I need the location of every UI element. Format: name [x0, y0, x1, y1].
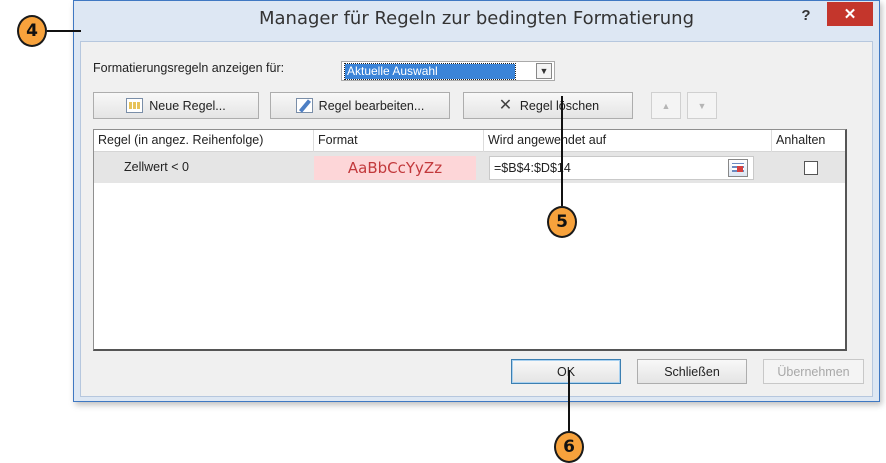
close-button[interactable]: ✕ — [827, 2, 873, 26]
callout-4: 4 — [17, 15, 47, 47]
move-down-button[interactable]: ▼ — [687, 92, 717, 119]
callout-4-leader — [47, 30, 81, 32]
show-rules-select[interactable]: Aktuelle Auswahl ▼ — [341, 61, 555, 81]
stop-if-true-checkbox[interactable] — [804, 161, 818, 175]
chevron-down-icon[interactable]: ▼ — [536, 63, 552, 79]
callout-6: 6 — [554, 431, 584, 463]
applies-to-value: =$B$4:$D$14 — [494, 161, 571, 175]
edit-rule-icon — [295, 98, 313, 113]
dialog-title: Manager für Regeln zur bedingten Formati… — [258, 8, 695, 29]
delete-rule-label: Regel löschen — [519, 98, 600, 113]
format-preview: AaBbCcYyZz — [314, 156, 476, 180]
close-icon: ✕ — [843, 6, 857, 23]
column-header-applies-to[interactable]: Wird angewendet auf — [484, 130, 772, 152]
dialog-body: Formatierungsregeln anzeigen für: Aktuel… — [80, 41, 873, 397]
titlebar: Manager für Regeln zur bedingten Formati… — [74, 1, 879, 39]
new-rule-button[interactable]: Neue Regel... — [93, 92, 259, 119]
range-select-icon[interactable] — [728, 159, 748, 177]
new-rule-icon — [126, 98, 144, 113]
rule-description: Zellwert < 0 — [124, 160, 189, 174]
ok-button[interactable]: OK — [511, 359, 621, 384]
apply-button[interactable]: Übernehmen — [763, 359, 864, 384]
delete-x-icon: ✕ — [498, 97, 513, 114]
column-header-stop-if-true[interactable]: Anhalten — [772, 130, 848, 152]
arrow-up-icon: ▲ — [661, 100, 671, 111]
column-header-format[interactable]: Format — [314, 130, 484, 152]
new-rule-label: Neue Regel... — [149, 98, 226, 113]
grid-header: Regel (in angez. Reihenfolge) Format Wir… — [94, 130, 845, 152]
show-rules-label: Formatierungsregeln anzeigen für: — [93, 61, 285, 75]
rules-grid: Regel (in angez. Reihenfolge) Format Wir… — [93, 129, 847, 351]
applies-to-field[interactable]: =$B$4:$D$14 — [489, 156, 754, 180]
edit-rule-button[interactable]: Regel bearbeiten... — [270, 92, 450, 119]
arrow-down-icon: ▼ — [697, 100, 707, 111]
delete-rule-button[interactable]: ✕ Regel löschen — [463, 92, 633, 119]
table-row[interactable]: Zellwert < 0 AaBbCcYyZz =$B$4:$D$14 — [94, 152, 845, 183]
callout-5: 5 — [547, 206, 577, 238]
close-dialog-button[interactable]: Schließen — [637, 359, 747, 384]
help-button[interactable]: ? — [795, 7, 817, 29]
move-up-button[interactable]: ▲ — [651, 92, 681, 119]
callout-5-leader — [561, 96, 563, 206]
show-rules-selected-value: Aktuelle Auswahl — [344, 63, 516, 80]
callout-6-leader — [568, 370, 570, 434]
edit-rule-label: Regel bearbeiten... — [318, 98, 425, 113]
conditional-formatting-dialog: Manager für Regeln zur bedingten Formati… — [73, 0, 880, 402]
column-header-rule[interactable]: Regel (in angez. Reihenfolge) — [94, 130, 314, 152]
